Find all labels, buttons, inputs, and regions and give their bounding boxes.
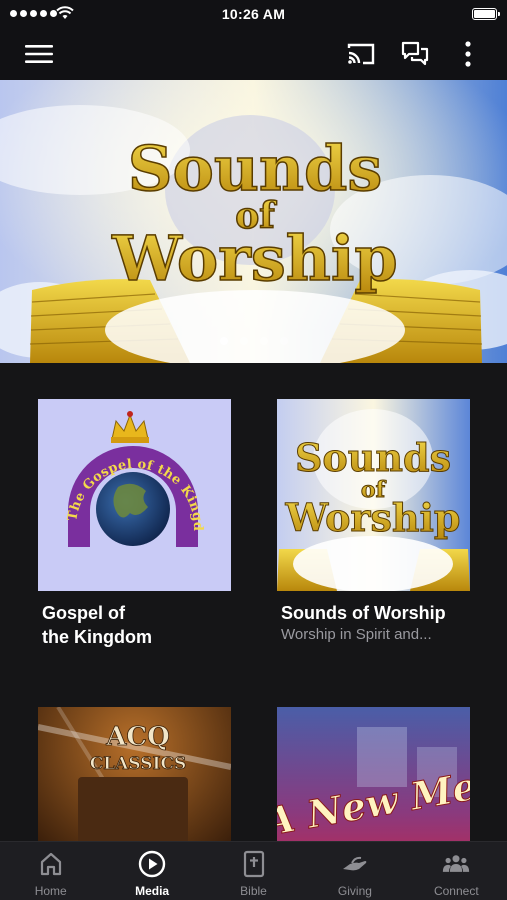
tab-connect[interactable]: Connect — [406, 842, 507, 900]
a-new-me-art: A New Me — [277, 707, 470, 841]
gospel-kingdom-logo: The Gospel of the Kingdom — [38, 399, 205, 547]
hero-carousel[interactable]: Sounds of Worship — [0, 80, 507, 363]
hero-banner-image: Sounds of Worship — [0, 80, 507, 363]
media-card-subtitle: Worship in Spirit and... — [281, 626, 432, 643]
chat-bubbles-icon — [401, 41, 429, 66]
media-thumbnail: Sounds of Worship — [277, 399, 470, 591]
media-thumbnail: The Gospel of the Kingdom — [38, 399, 231, 591]
app-bar — [0, 28, 507, 80]
tab-media[interactable]: Media — [101, 842, 202, 900]
status-time: 10:26 AM — [221, 6, 286, 22]
tab-label: Bible — [240, 884, 267, 898]
media-card-title: Gospel of the Kingdom — [42, 603, 152, 647]
media-thumbnail: ACQ CLASSICS — [38, 707, 231, 841]
tab-bible[interactable]: Bible — [203, 842, 304, 900]
hero-title-line3: Worship — [111, 222, 397, 295]
tab-giving[interactable]: Giving — [304, 842, 405, 900]
sounds-of-worship-art: Sounds of Worship — [277, 399, 470, 591]
acq-title: ACQ — [105, 722, 170, 752]
tab-label: Home — [34, 884, 67, 898]
carousel-dot[interactable] — [239, 337, 248, 345]
media-card-gospel-of-the-kingdom[interactable]: The Gospel of the Kingdom Gospel of the … — [38, 399, 231, 649]
home-icon — [40, 852, 61, 876]
media-thumbnail: A New Me — [277, 707, 470, 841]
carousel-dot[interactable] — [259, 337, 268, 345]
tab-label: Connect — [433, 884, 479, 898]
bottom-tab-bar: Home Media Bible Giving Connect — [0, 841, 507, 900]
cast-icon — [347, 43, 375, 65]
hamburger-menu-icon — [25, 45, 53, 63]
art-title-line3: Worship — [285, 495, 461, 540]
status-bar: 10:26 AM — [0, 0, 507, 28]
art-title-line1: Sounds — [295, 435, 451, 480]
media-card-title: Sounds of Worship — [281, 603, 446, 623]
tab-label: Giving — [337, 884, 372, 898]
cast-button[interactable] — [343, 36, 379, 72]
carousel-indicator — [0, 337, 507, 345]
carousel-dot[interactable] — [279, 337, 288, 345]
more-options-button[interactable] — [450, 36, 486, 72]
media-card-sounds-of-worship[interactable]: Sounds of Worship Sounds of Worship Wors… — [277, 399, 470, 643]
media-card-acq-classics[interactable]: ACQ CLASSICS — [38, 707, 231, 841]
giving-hand-icon — [342, 856, 367, 871]
battery-icon — [472, 8, 500, 20]
hamburger-menu-button[interactable] — [21, 36, 57, 72]
carousel-dot[interactable] — [219, 337, 228, 345]
bible-icon — [243, 850, 264, 878]
play-circle-icon — [138, 850, 166, 878]
acq-classics-art: ACQ CLASSICS — [38, 707, 231, 841]
more-vertical-icon — [465, 41, 471, 67]
tab-home[interactable]: Home — [0, 842, 101, 900]
people-icon — [443, 855, 470, 872]
tab-label: Media — [135, 884, 170, 898]
media-grid: The Gospel of the Kingdom Gospel of the … — [0, 363, 507, 841]
chat-button[interactable] — [397, 36, 433, 72]
acq-subtitle: CLASSICS — [90, 754, 187, 774]
media-card-a-new-me[interactable]: A New Me — [277, 707, 470, 841]
